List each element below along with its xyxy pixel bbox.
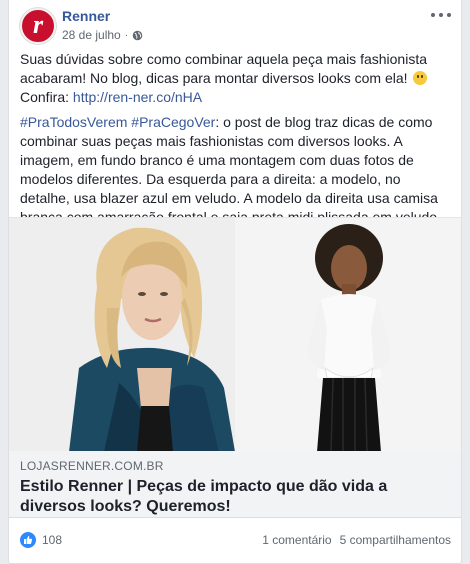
post-paragraph-2: #PraTodosVerem #PraCegoVer: o post de bl… [20,114,441,225]
hashtags-link[interactable]: #PraTodosVerem #PraCegoVer [20,114,215,130]
preview-headline[interactable]: Estilo Renner | Peças de impacto que dão… [20,477,450,517]
more-options-icon[interactable] [431,10,451,20]
post-header: r Renner 28 de julho · [20,6,451,46]
post-paragraph-1: Suas dúvidas sobre como combinar aquela … [20,51,428,105]
post-link[interactable]: http://ren-ner.co/nHA [73,89,202,105]
page-name-link[interactable]: Renner [62,8,110,24]
smile-emoji-icon [413,71,428,85]
post-date[interactable]: 28 de julho [62,28,121,42]
models-photo [9,218,461,451]
comments-count[interactable]: 1 comentário [262,533,331,547]
like-reaction-icon[interactable] [20,532,36,548]
post-meta: 28 de julho · [62,28,143,42]
thumbs-up-icon [24,536,33,544]
link-preview[interactable]: LOJASRENNER.COM.BR Estilo Renner | Peças… [9,451,461,518]
reactions-bar: 108 1 comentário 5 compartilhamentos [20,528,451,552]
preview-domain: LOJASRENNER.COM.BR [20,459,164,473]
globe-icon [132,30,143,40]
separator-dot: · [124,29,129,41]
shares-count[interactable]: 5 compartilhamentos [340,533,451,547]
avatar-letter: r [32,10,44,39]
likes-count[interactable]: 108 [42,533,62,547]
post-card: r Renner 28 de julho · Suas dúvidas sobr… [8,0,462,564]
page-avatar[interactable]: r [20,8,56,44]
post-text: Suas dúvidas sobre como combinar aquela … [20,50,454,233]
post-image[interactable] [9,217,461,451]
